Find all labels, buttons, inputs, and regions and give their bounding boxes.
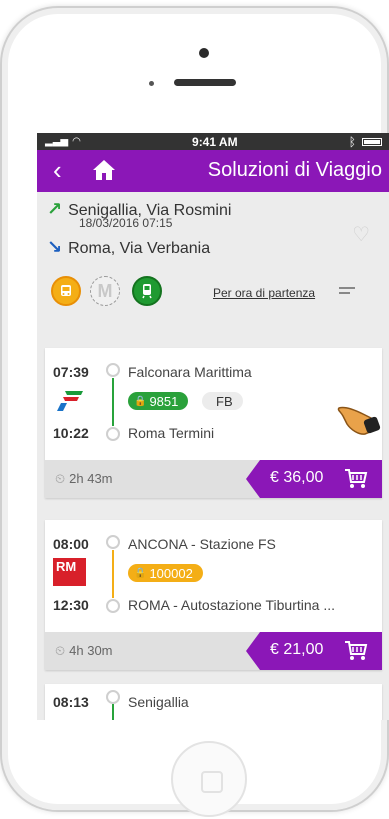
duration-row: ⏲ 2h 43m xyxy=(55,471,113,487)
solution-footer: ⏲ 2h 43m € 36,00 xyxy=(45,460,382,498)
train-icon xyxy=(142,284,152,299)
train-code: 9851 xyxy=(149,393,179,409)
cart-icon xyxy=(345,469,368,488)
sensor xyxy=(149,81,154,86)
route-line xyxy=(112,704,114,720)
operator-logo: RM xyxy=(53,558,86,586)
arrival-node xyxy=(106,427,120,441)
solution-card[interactable]: 08:00 12:30 ANCONA - Stazione FS ROMA - … xyxy=(45,520,382,670)
arrival-stop: ROMA - Autostazione Tiburtina ... xyxy=(128,597,335,613)
signal-indicator: ▂▃▅ ◠ xyxy=(45,136,81,147)
destination-row: ↘ Roma, Via Verbania xyxy=(47,237,210,258)
arrival-time: 10:22 xyxy=(53,425,89,441)
departure-time: 07:39 xyxy=(53,364,89,380)
camera xyxy=(199,48,209,58)
sort-by-departure-link[interactable]: Per ora di partenza xyxy=(213,286,315,300)
metro-icon: M xyxy=(97,280,113,301)
signal-icon: ▂▃▅ xyxy=(45,136,69,147)
departure-stop: Senigallia xyxy=(128,694,189,710)
speaker xyxy=(174,79,236,86)
departure-node xyxy=(106,690,120,704)
buy-button[interactable]: € 21,00 xyxy=(246,632,382,670)
solution-card[interactable]: 07:39 10:22 Falconara Marittima Roma Ter… xyxy=(45,348,382,498)
arrival-time: 12:30 xyxy=(53,597,89,613)
departure-node xyxy=(106,535,120,549)
solution-card[interactable]: 08:13 Senigallia xyxy=(45,684,382,720)
sort-icon[interactable] xyxy=(339,287,355,297)
price: € 36,00 xyxy=(270,469,324,486)
wifi-icon: ◠ xyxy=(72,136,81,147)
arrival-arrow-icon: ↘ xyxy=(47,237,63,257)
route-line xyxy=(112,378,114,426)
chevron-left-icon[interactable]: ‹ xyxy=(53,157,62,183)
app-bar: ‹ Soluzioni di Viaggio xyxy=(37,150,389,192)
filter-bar: M Per ora di partenza xyxy=(37,262,389,314)
status-bar: ▂▃▅ ◠ 9:41 AM ᛒ xyxy=(37,133,389,150)
duration-text: 2h 43m xyxy=(69,471,113,486)
price-tab-arrow xyxy=(246,632,260,670)
phone-home-button[interactable] xyxy=(171,741,247,817)
departure-time: 08:00 xyxy=(53,536,89,552)
bus-icon xyxy=(61,285,71,296)
departure-time: 08:13 xyxy=(53,694,89,710)
heart-add-icon[interactable]: ♡ xyxy=(352,222,370,247)
cart-icon xyxy=(345,641,368,660)
duration-text: 4h 30m xyxy=(69,643,113,658)
arrival-node xyxy=(106,599,120,613)
route-summary: ↗ Senigallia, Via Rosmini 18/03/2016 07:1… xyxy=(37,192,389,262)
trenitalia-logo-icon xyxy=(57,389,85,418)
home-icon[interactable] xyxy=(91,158,117,187)
train-type-tag: FB xyxy=(202,392,243,410)
departure-stop: Falconara Marittima xyxy=(128,364,252,380)
battery-icon xyxy=(362,137,382,146)
clock-icon: ⏲ xyxy=(55,471,66,486)
train-filter-button[interactable] xyxy=(132,276,162,306)
status-time: 9:41 AM xyxy=(192,134,238,149)
operator-logo-label: RM xyxy=(56,559,77,574)
departure-node xyxy=(106,363,120,377)
hand-pointer-icon xyxy=(335,390,381,441)
app-screen: ▂▃▅ ◠ 9:41 AM ᛒ ‹ Soluzioni di Viaggio ↗… xyxy=(37,133,389,720)
departure-arrow-icon: ↗ xyxy=(47,199,63,219)
lock-icon: 🔒 xyxy=(134,395,147,407)
departure-datetime: 18/03/2016 07:15 xyxy=(79,216,173,230)
bus-filter-button[interactable] xyxy=(51,276,81,306)
bluetooth-icon: ᛒ xyxy=(348,134,356,149)
clock-icon: ⏲ xyxy=(55,643,66,658)
train-code-badge: 🔒 9851 xyxy=(128,392,189,410)
route-line xyxy=(112,550,114,598)
destination-label: Roma, Via Verbania xyxy=(68,240,211,257)
home-button-square xyxy=(201,771,223,793)
price-tab-arrow xyxy=(246,460,260,498)
price: € 21,00 xyxy=(270,641,324,658)
arrival-stop: Roma Termini xyxy=(128,425,215,441)
bus-code-badge: 🔒 100002 xyxy=(128,564,203,582)
metro-filter-button[interactable]: M xyxy=(90,276,120,306)
lock-icon: 🔒 xyxy=(134,567,147,579)
page-title: Soluzioni di Viaggio xyxy=(207,159,382,181)
duration-row: ⏲ 4h 30m xyxy=(55,643,113,659)
solution-footer: ⏲ 4h 30m € 21,00 xyxy=(45,632,382,670)
buy-button[interactable]: € 36,00 xyxy=(246,460,382,498)
departure-stop: ANCONA - Stazione FS xyxy=(128,536,276,552)
bus-code: 100002 xyxy=(149,565,193,581)
